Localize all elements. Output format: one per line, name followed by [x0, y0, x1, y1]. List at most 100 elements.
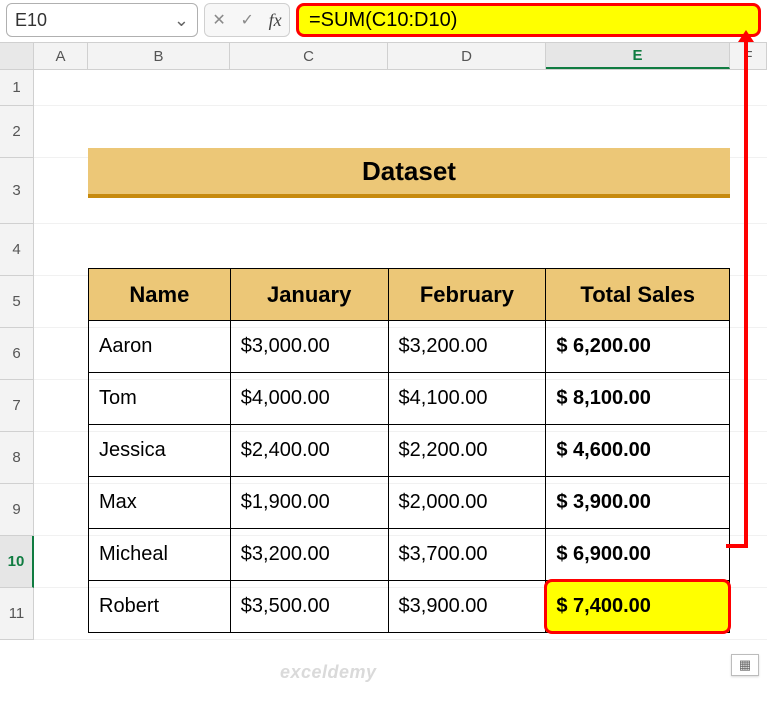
table-row: Aaron $3,000.00 $3,200.00 $ 6,200.00	[89, 321, 730, 373]
formula-bar-value: =SUM(C10:D10)	[309, 9, 457, 32]
header-february[interactable]: February	[388, 269, 546, 321]
cell-jan[interactable]: $3,500.00	[230, 581, 388, 633]
column-headers: A B C D E F	[0, 42, 767, 70]
row-header-1[interactable]: 1	[0, 70, 34, 106]
cell-feb[interactable]: $3,200.00	[388, 321, 546, 373]
name-box-value: E10	[15, 10, 47, 31]
dataset-title[interactable]: Dataset	[88, 148, 730, 198]
select-all-corner[interactable]	[0, 43, 34, 69]
col-header-C[interactable]: C	[230, 43, 388, 69]
cell-feb[interactable]: $2,200.00	[388, 425, 546, 477]
cell-A3[interactable]	[34, 158, 88, 224]
formula-bar-buttons: ✕ ✓ fx	[204, 3, 290, 37]
cell-F7[interactable]	[730, 380, 767, 432]
table-row: Max $1,900.00 $2,000.00 $ 3,900.00	[89, 477, 730, 529]
cell-C1[interactable]	[230, 70, 388, 106]
formula-bar-row: E10 ⌄ ✕ ✓ fx =SUM(C10:D10)	[0, 0, 767, 42]
row-header-5[interactable]: 5	[0, 276, 34, 328]
cell-A5[interactable]	[34, 276, 88, 328]
formula-bar[interactable]: =SUM(C10:D10)	[296, 3, 761, 37]
watermark-text: exceldemy	[280, 662, 377, 683]
cell-A6[interactable]	[34, 328, 88, 380]
cell-F4[interactable]	[730, 224, 767, 276]
cell-A1[interactable]	[34, 70, 88, 106]
fx-icon[interactable]: fx	[269, 10, 282, 31]
header-january[interactable]: January	[230, 269, 388, 321]
header-total-sales[interactable]: Total Sales	[546, 269, 730, 321]
table-row: Robert $3,500.00 $3,900.00 $ 7,400.00	[89, 581, 730, 633]
cell-total[interactable]: $ 6,200.00	[546, 321, 730, 373]
cell-name[interactable]: Max	[89, 477, 231, 529]
cell-name[interactable]: Tom	[89, 373, 231, 425]
table-body: Aaron $3,000.00 $3,200.00 $ 6,200.00 Tom…	[89, 321, 730, 633]
cell-A11[interactable]	[34, 588, 88, 640]
cell-total[interactable]: $ 6,900.00	[546, 529, 730, 581]
cell-name[interactable]: Micheal	[89, 529, 231, 581]
table-row: Micheal $3,200.00 $3,700.00 $ 6,900.00	[89, 529, 730, 581]
cell-F6[interactable]	[730, 328, 767, 380]
cell-A10[interactable]	[34, 536, 88, 588]
dataset-title-text: Dataset	[362, 156, 456, 187]
cell-jan[interactable]: $1,900.00	[230, 477, 388, 529]
row-header-8[interactable]: 8	[0, 432, 34, 484]
cell-F9[interactable]	[730, 484, 767, 536]
row-1: 1	[0, 70, 767, 106]
cell-jan[interactable]: $3,000.00	[230, 321, 388, 373]
chevron-down-icon[interactable]: ⌄	[174, 10, 189, 31]
row-header-4[interactable]: 4	[0, 224, 34, 276]
cell-B1[interactable]	[88, 70, 230, 106]
annotation-arrow-horizontal	[726, 544, 748, 548]
cell-A2[interactable]	[34, 106, 88, 158]
cell-F8[interactable]	[730, 432, 767, 484]
cell-A9[interactable]	[34, 484, 88, 536]
worksheet-grid[interactable]: A B C D E F 1 2 3 4 5 6 7 8 9 10 11 Data…	[0, 42, 767, 640]
cell-D1[interactable]	[388, 70, 546, 106]
cell-F1[interactable]	[730, 70, 767, 106]
table-row: Tom $4,000.00 $4,100.00 $ 8,100.00	[89, 373, 730, 425]
cancel-icon[interactable]: ✕	[212, 10, 225, 30]
cell-feb[interactable]: $3,700.00	[388, 529, 546, 581]
cell-A8[interactable]	[34, 432, 88, 484]
cell-feb[interactable]: $4,100.00	[388, 373, 546, 425]
row-header-2[interactable]: 2	[0, 106, 34, 158]
name-box[interactable]: E10 ⌄	[6, 3, 198, 37]
cell-total[interactable]: $ 4,600.00	[546, 425, 730, 477]
cell-F11[interactable]	[730, 588, 767, 640]
cell-name[interactable]: Jessica	[89, 425, 231, 477]
row-header-11[interactable]: 11	[0, 588, 34, 640]
col-header-F[interactable]: F	[730, 43, 767, 69]
row-header-6[interactable]: 6	[0, 328, 34, 380]
cell-total-value: $ 7,400.00	[556, 595, 651, 617]
data-table: Name January February Total Sales Aaron …	[88, 268, 730, 633]
row-header-10[interactable]: 10	[0, 536, 34, 588]
cell-F3[interactable]	[730, 158, 767, 224]
cell-jan[interactable]: $3,200.00	[230, 529, 388, 581]
col-header-A[interactable]: A	[34, 43, 88, 69]
header-name[interactable]: Name	[89, 269, 231, 321]
paste-options-icon[interactable]: ▦	[731, 654, 759, 676]
cell-feb[interactable]: $3,900.00	[388, 581, 546, 633]
row-header-3[interactable]: 3	[0, 158, 34, 224]
col-header-B[interactable]: B	[88, 43, 230, 69]
cell-jan[interactable]: $4,000.00	[230, 373, 388, 425]
cell-feb[interactable]: $2,000.00	[388, 477, 546, 529]
annotation-arrow-vertical	[744, 40, 748, 546]
cell-name[interactable]: Robert	[89, 581, 231, 633]
cell-E1[interactable]	[546, 70, 730, 106]
cell-F2[interactable]	[730, 106, 767, 158]
col-header-E[interactable]: E	[546, 43, 730, 69]
cell-A4[interactable]	[34, 224, 88, 276]
table-row: Jessica $2,400.00 $2,200.00 $ 4,600.00	[89, 425, 730, 477]
cell-total[interactable]: $ 3,900.00	[546, 477, 730, 529]
cell-jan[interactable]: $2,400.00	[230, 425, 388, 477]
cell-total[interactable]: $ 8,100.00	[546, 373, 730, 425]
table-header-row: Name January February Total Sales	[89, 269, 730, 321]
row-header-9[interactable]: 9	[0, 484, 34, 536]
col-header-D[interactable]: D	[388, 43, 546, 69]
row-header-7[interactable]: 7	[0, 380, 34, 432]
enter-icon[interactable]: ✓	[240, 10, 253, 30]
cell-A7[interactable]	[34, 380, 88, 432]
cell-F5[interactable]	[730, 276, 767, 328]
cell-total-active[interactable]: $ 7,400.00	[546, 581, 730, 633]
cell-name[interactable]: Aaron	[89, 321, 231, 373]
